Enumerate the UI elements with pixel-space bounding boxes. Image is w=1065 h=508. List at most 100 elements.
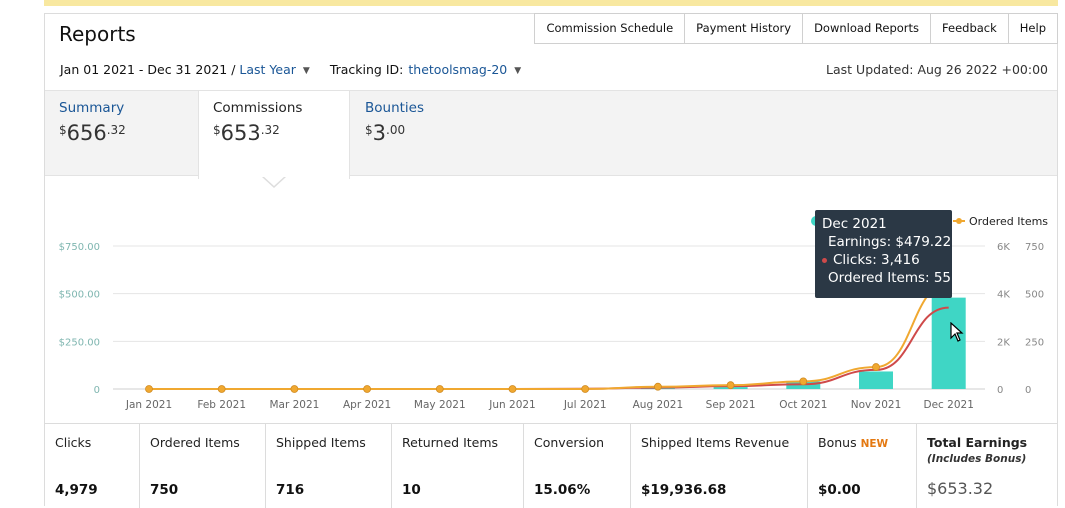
download-reports-button[interactable]: Download Reports bbox=[803, 13, 932, 44]
y-left-tick: $500.00 bbox=[59, 290, 100, 301]
earnings-bar bbox=[859, 371, 893, 389]
chevron-down-icon[interactable]: ▼ bbox=[514, 66, 521, 76]
stat-label: Returned Items bbox=[402, 435, 499, 450]
y-right-outer-tick: 0 bbox=[1025, 385, 1031, 396]
clicks-dot-icon bbox=[822, 257, 827, 263]
tab-bounties[interactable]: Bounties $3.00 bbox=[351, 91, 511, 177]
period-dropdown[interactable]: Last Year bbox=[239, 62, 295, 77]
x-tick-label: May 2021 bbox=[414, 399, 466, 411]
page-title: Reports bbox=[59, 22, 136, 46]
currency-symbol: $ bbox=[213, 123, 221, 137]
active-tab-pointer bbox=[262, 176, 286, 188]
ordered-items-point bbox=[654, 382, 662, 391]
currency-symbol: $ bbox=[365, 123, 373, 137]
stat-shipped-items: Shipped Items 716 bbox=[266, 424, 392, 508]
amount-cents: .00 bbox=[386, 123, 406, 137]
total-value: $653.32 bbox=[927, 479, 994, 498]
stat-conversion: Conversion 15.06% bbox=[524, 424, 631, 508]
date-range: Jan 01 2021 - Dec 31 2021 bbox=[60, 62, 228, 77]
clicks-line bbox=[149, 306, 949, 390]
ordered-items-point bbox=[799, 377, 808, 386]
summary-stats: Clicks 4,979 Ordered Items 750 Shipped I… bbox=[45, 423, 1057, 508]
tab-amount: $656.32 bbox=[59, 121, 185, 145]
x-tick-label: Oct 2021 bbox=[779, 399, 827, 411]
new-badge: NEW bbox=[860, 438, 889, 450]
x-tick-label: Jul 2021 bbox=[563, 399, 607, 411]
amount-whole: 653 bbox=[220, 121, 261, 145]
total-label: Total Earnings bbox=[927, 435, 1028, 450]
commission-schedule-button[interactable]: Commission Schedule bbox=[534, 13, 686, 44]
mouse-cursor-icon bbox=[950, 322, 964, 342]
stat-label: Bonus NEW bbox=[818, 435, 906, 450]
chart-tooltip: Dec 2021 Earnings: $479.22 Clicks: 3,416… bbox=[815, 210, 960, 298]
stat-label: Ordered Items bbox=[150, 435, 240, 450]
y-left-tick: 0 bbox=[94, 385, 100, 396]
y-left-tick: $750.00 bbox=[59, 242, 100, 253]
ordered-items-point bbox=[581, 385, 590, 393]
payment-history-button[interactable]: Payment History bbox=[685, 13, 804, 44]
y-right-outer-tick: 250 bbox=[1025, 337, 1044, 348]
toolbar: Commission Schedule Payment History Down… bbox=[534, 13, 1058, 44]
ordered-items-point bbox=[290, 385, 299, 393]
tracking-id-dropdown[interactable]: thetoolsmag-20 bbox=[408, 62, 507, 77]
ordered-items-point bbox=[145, 385, 153, 393]
tab-label: Summary bbox=[59, 100, 125, 116]
notice-bar bbox=[44, 0, 1058, 6]
bonus-label: Bonus bbox=[818, 435, 857, 450]
x-tick-label: Apr 2021 bbox=[343, 399, 391, 411]
x-tick-label: Nov 2021 bbox=[851, 399, 902, 411]
stat-label: Shipped Items Revenue bbox=[641, 435, 790, 450]
chevron-down-icon[interactable]: ▼ bbox=[303, 66, 310, 76]
stat-label: Conversion bbox=[534, 435, 605, 450]
tab-amount: $3.00 bbox=[365, 121, 497, 145]
y-right-inner-tick: 6K bbox=[997, 242, 1010, 253]
tooltip-row-earnings: Earnings: $479.22 bbox=[822, 234, 951, 250]
stat-label: Shipped Items bbox=[276, 435, 366, 450]
tooltip-row-clicks: Clicks: 3,416 bbox=[822, 252, 945, 268]
x-tick-label: Mar 2021 bbox=[269, 399, 319, 411]
x-tick-label: Feb 2021 bbox=[197, 399, 246, 411]
stat-clicks: Clicks 4,979 bbox=[45, 424, 140, 508]
report-tabs: Summary $656.32 Commissions $653.32 Boun… bbox=[45, 90, 1057, 179]
tooltip-row-ordered: Ordered Items: 555 bbox=[822, 270, 960, 286]
tab-summary[interactable]: Summary $656.32 bbox=[45, 91, 199, 177]
y-right-inner-tick: 2K bbox=[997, 337, 1010, 348]
stat-total-earnings: Total Earnings (Includes Bonus) $653.32 bbox=[917, 424, 1057, 508]
stat-shipped-revenue: Shipped Items Revenue $19,936.68 bbox=[631, 424, 808, 508]
ordered-items-point bbox=[508, 385, 517, 393]
tab-commissions[interactable]: Commissions $653.32 bbox=[198, 91, 350, 179]
ordered-items-line bbox=[149, 282, 949, 390]
y-right-inner-tick: 0 bbox=[997, 385, 1003, 396]
legend-marker bbox=[956, 218, 962, 224]
tooltip-text: Earnings: $479.22 bbox=[828, 234, 952, 250]
total-sub: (Includes Bonus) bbox=[927, 453, 1027, 465]
help-button[interactable]: Help bbox=[1008, 13, 1058, 44]
ordered-items-point bbox=[217, 385, 226, 393]
filter-bar: Jan 01 2021 - Dec 31 2021 / Last Year ▼ … bbox=[60, 62, 541, 77]
tooltip-text: Ordered Items: 555 bbox=[828, 270, 960, 286]
stat-value: 750 bbox=[150, 482, 179, 498]
x-tick-label: Jun 2021 bbox=[488, 399, 535, 411]
amount-whole: 656 bbox=[66, 121, 107, 145]
y-right-outer-tick: 500 bbox=[1025, 290, 1044, 301]
ordered-items-point bbox=[363, 385, 372, 393]
stat-bonus: Bonus NEW $0.00 bbox=[808, 424, 917, 508]
tracking-label: Tracking ID: bbox=[329, 62, 404, 77]
stat-returned-items: Returned Items 10 bbox=[392, 424, 524, 508]
amount-whole: 3 bbox=[372, 121, 387, 145]
stat-value: 716 bbox=[276, 482, 305, 498]
date-separator: / bbox=[227, 62, 240, 77]
x-tick-label: Aug 2021 bbox=[633, 399, 684, 411]
legend-label: Ordered Items bbox=[969, 215, 1048, 228]
y-right-inner-tick: 4K bbox=[997, 290, 1010, 301]
feedback-button[interactable]: Feedback bbox=[931, 13, 1009, 44]
x-tick-label: Jan 2021 bbox=[125, 399, 172, 411]
stat-value: 15.06% bbox=[534, 482, 591, 498]
currency-symbol: $ bbox=[59, 123, 67, 137]
x-tick-label: Sep 2021 bbox=[706, 399, 756, 411]
stat-value: $0.00 bbox=[818, 482, 861, 498]
stat-ordered-items: Ordered Items 750 bbox=[140, 424, 266, 508]
tab-amount: $653.32 bbox=[213, 121, 335, 145]
ordered-items-point bbox=[726, 381, 735, 390]
stat-value: $19,936.68 bbox=[641, 482, 727, 498]
